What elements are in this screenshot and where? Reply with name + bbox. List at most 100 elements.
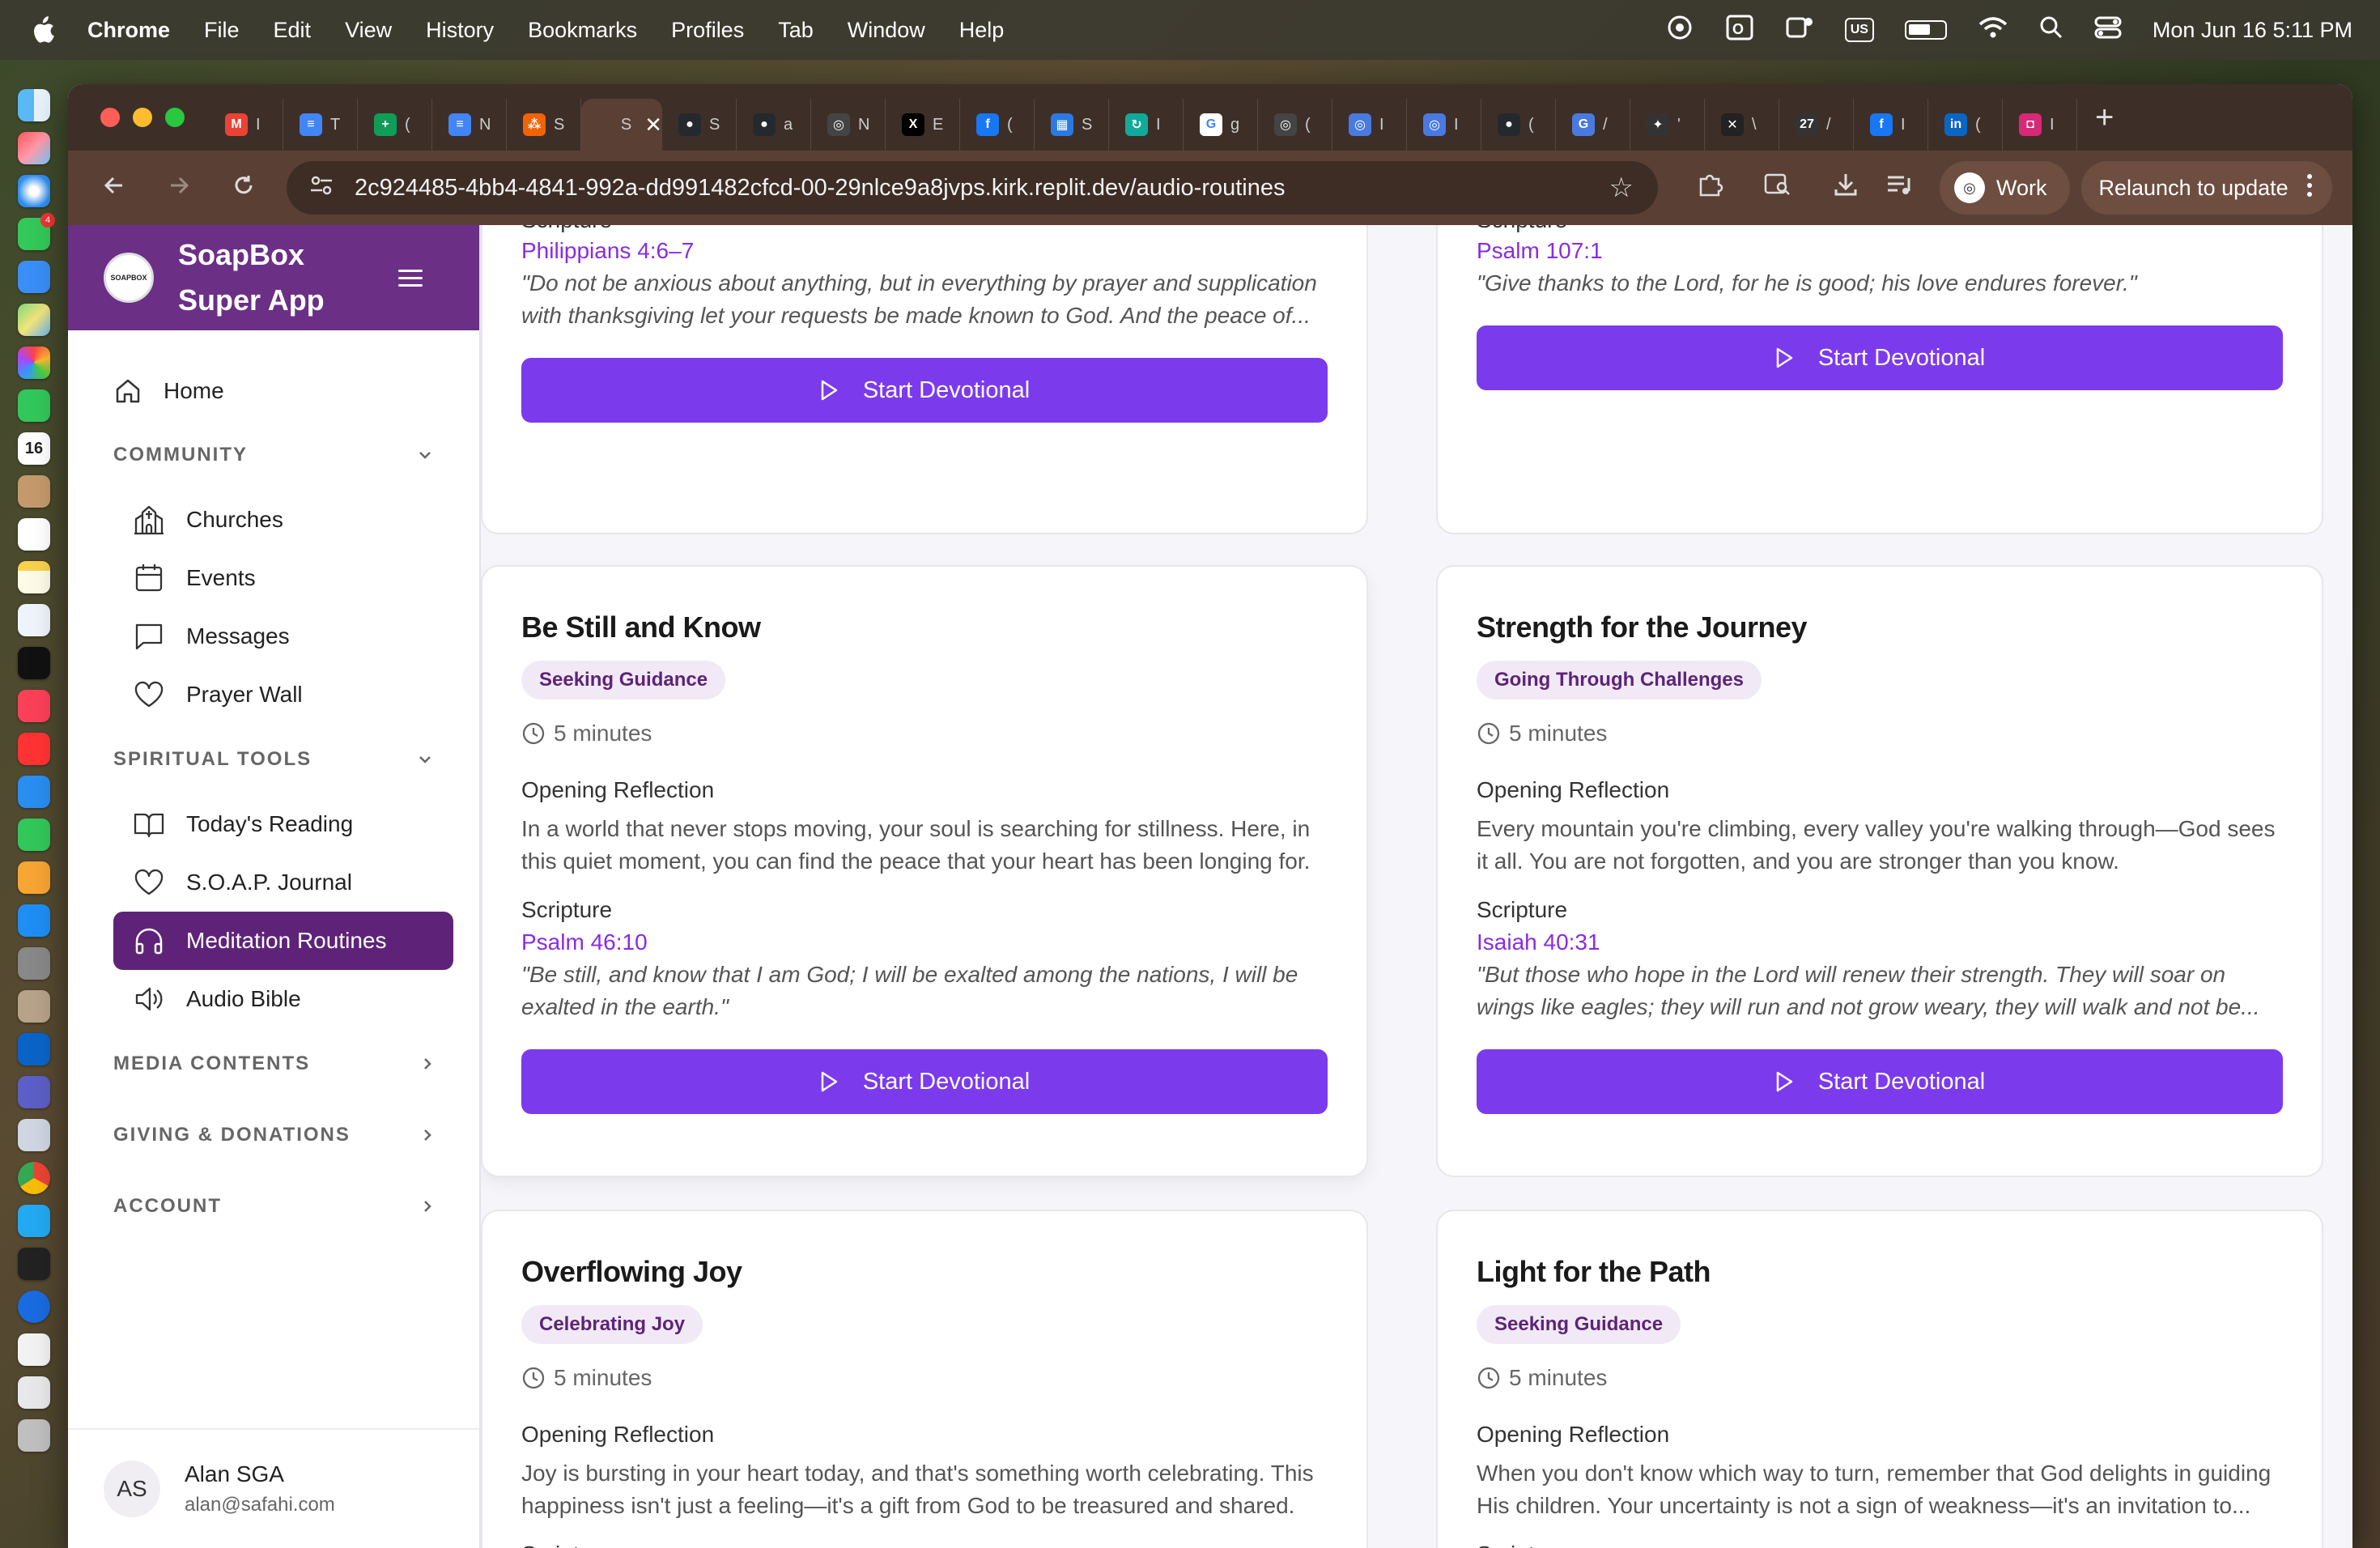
sidebar-item-home[interactable]: Home — [68, 363, 479, 419]
menu-app-name[interactable]: Chrome — [87, 18, 170, 43]
browser-tab[interactable]: ◘ I — [2003, 99, 2077, 151]
keynote-icon[interactable] — [18, 776, 50, 808]
apple-icon[interactable] — [31, 16, 63, 44]
freeform-icon[interactable] — [18, 604, 50, 636]
pages-icon[interactable] — [18, 861, 50, 894]
more-vert-icon[interactable] — [2306, 173, 2313, 203]
browser-tab[interactable]: ✕ \ — [1705, 99, 1779, 151]
browser-tab[interactable]: S ✕ — [581, 99, 662, 151]
downloads-icon[interactable] — [1830, 172, 1862, 204]
finder-icon[interactable] — [18, 89, 50, 121]
browser-tab[interactable]: Gg — [1184, 99, 1258, 151]
start-devotional-button[interactable]: Start Devotional — [1477, 1049, 2283, 1114]
menu-history[interactable]: History — [426, 18, 494, 43]
browser-tab[interactable]: ● S — [662, 99, 737, 151]
chrome-icon[interactable] — [18, 1162, 50, 1194]
sidebar-item-prayer-wall[interactable]: Prayer Wall — [68, 666, 479, 724]
start-devotional-button[interactable]: Start Devotional — [521, 358, 1328, 423]
site-settings-icon[interactable] — [309, 175, 337, 202]
teams-dock-icon[interactable] — [18, 1076, 50, 1108]
onepassword-icon[interactable] — [18, 1291, 50, 1323]
url-text[interactable]: 2c924485-4bb4-4841-992a-dd991482cfcd-00-… — [355, 175, 1609, 202]
browser-tab[interactable]: ◎ I — [1407, 99, 1481, 151]
close-window-button[interactable] — [100, 108, 120, 127]
browser-tab[interactable]: f( — [960, 99, 1035, 151]
preview-icon[interactable] — [18, 990, 50, 1023]
browser-tab[interactable]: ≡ T — [283, 99, 358, 151]
launchpad-icon[interactable] — [18, 132, 50, 164]
browser-tab[interactable]: ◎ N — [811, 99, 886, 151]
notes-icon[interactable] — [18, 561, 50, 593]
menu-help[interactable]: Help — [959, 18, 1005, 43]
browser-tab[interactable]: ↻ I — [1109, 99, 1184, 151]
browser-tab[interactable]: ≡ N — [432, 99, 507, 151]
forward-icon[interactable] — [160, 172, 198, 204]
music-icon[interactable] — [18, 690, 50, 722]
minimize-window-button[interactable] — [133, 108, 152, 127]
new-tab-button[interactable]: + — [2095, 100, 2114, 136]
browser-tab[interactable]: ✦ ' — [1630, 99, 1705, 151]
sidebar-item-soap-journal[interactable]: S.O.A.P. Journal — [68, 853, 479, 912]
news-icon[interactable] — [18, 733, 50, 765]
user-profile[interactable]: AS Alan SGA alan@safahi.com — [68, 1428, 479, 1548]
section-community[interactable]: COMMUNITY — [68, 419, 479, 491]
battery-icon[interactable] — [1904, 20, 1947, 40]
calendar-icon[interactable]: 16 — [18, 432, 50, 465]
section-giving-donations[interactable]: GIVING & DONATIONS — [68, 1099, 479, 1171]
safari-icon[interactable] — [18, 175, 50, 207]
browser-tab[interactable]: ◎ I — [1332, 99, 1407, 151]
browser-tab[interactable]: ⁂ S — [507, 99, 581, 151]
messages-icon[interactable]: 4 — [18, 213, 55, 250]
browser-tab[interactable]: G / — [1556, 99, 1630, 151]
media-controls-icon[interactable] — [1883, 173, 1915, 202]
browser-tab[interactable]: XE — [886, 99, 960, 151]
photos-icon[interactable] — [18, 347, 50, 379]
browser-tab[interactable]: +( — [358, 99, 432, 151]
teams-icon[interactable] — [1785, 14, 1814, 47]
facetime-icon[interactable] — [18, 389, 50, 422]
reload-icon[interactable] — [225, 172, 262, 204]
reminders-icon[interactable] — [18, 518, 50, 551]
section-media-contents[interactable]: MEDIA CONTENTS — [68, 1028, 479, 1099]
browser-tab[interactable]: MI — [209, 99, 283, 151]
spotlight-search-icon[interactable] — [2039, 15, 2063, 45]
outlook-icon[interactable]: O — [1725, 14, 1754, 47]
numbers-icon[interactable] — [18, 819, 50, 851]
menu-edit[interactable]: Edit — [274, 18, 312, 43]
soapbox-logo[interactable]: SOAPBOX — [104, 253, 154, 303]
mail-icon[interactable] — [18, 261, 50, 293]
remote-desktop-icon[interactable] — [18, 1119, 50, 1151]
browser-tab[interactable]: ◎( — [1258, 99, 1332, 151]
menu-file[interactable]: File — [204, 18, 240, 43]
start-devotional-button[interactable]: Start Devotional — [1477, 325, 2283, 390]
contacts-icon[interactable] — [18, 475, 50, 508]
vscode-icon[interactable] — [18, 1205, 50, 1237]
sidebar-item-audio-bible[interactable]: Audio Bible — [68, 970, 479, 1028]
browser-tab[interactable]: ●( — [1481, 99, 1556, 151]
maps-icon[interactable] — [18, 304, 50, 336]
bookmark-star-icon[interactable]: ☆ — [1609, 172, 1634, 204]
sidebar-item-messages[interactable]: Messages — [68, 607, 479, 666]
section-spiritual-tools[interactable]: SPIRITUAL TOOLS — [68, 724, 479, 795]
tab-search-icon[interactable] — [1762, 172, 1794, 203]
terminal-icon[interactable] — [18, 1248, 50, 1280]
address-bar[interactable]: 2c924485-4bb4-4841-992a-dd991482cfcd-00-… — [287, 161, 1658, 215]
app-store-icon[interactable] — [18, 904, 50, 937]
extensions-icon[interactable] — [1694, 171, 1726, 205]
browser-tab[interactable]: 27 / — [1779, 99, 1854, 151]
close-tab-icon[interactable]: ✕ — [644, 113, 662, 138]
menubar-clock[interactable]: Mon Jun 16 5:11 PM — [2153, 18, 2352, 43]
browser-tab[interactable]: in ( — [1928, 99, 2003, 151]
tv-icon[interactable] — [18, 647, 50, 679]
control-center-icon[interactable] — [2094, 15, 2122, 45]
trash-icon[interactable] — [18, 1419, 50, 1452]
back-icon[interactable] — [96, 172, 133, 204]
input-source-badge[interactable]: US — [1844, 18, 1874, 42]
menu-tab[interactable]: Tab — [778, 18, 814, 43]
browser-tab[interactable]: fI — [1854, 99, 1928, 151]
wifi-icon[interactable] — [1978, 15, 2008, 45]
menu-toggle-icon[interactable] — [398, 265, 423, 291]
downloads-icon[interactable] — [18, 1376, 50, 1409]
menu-window[interactable]: Window — [848, 18, 925, 43]
system-settings-icon[interactable] — [18, 947, 50, 980]
